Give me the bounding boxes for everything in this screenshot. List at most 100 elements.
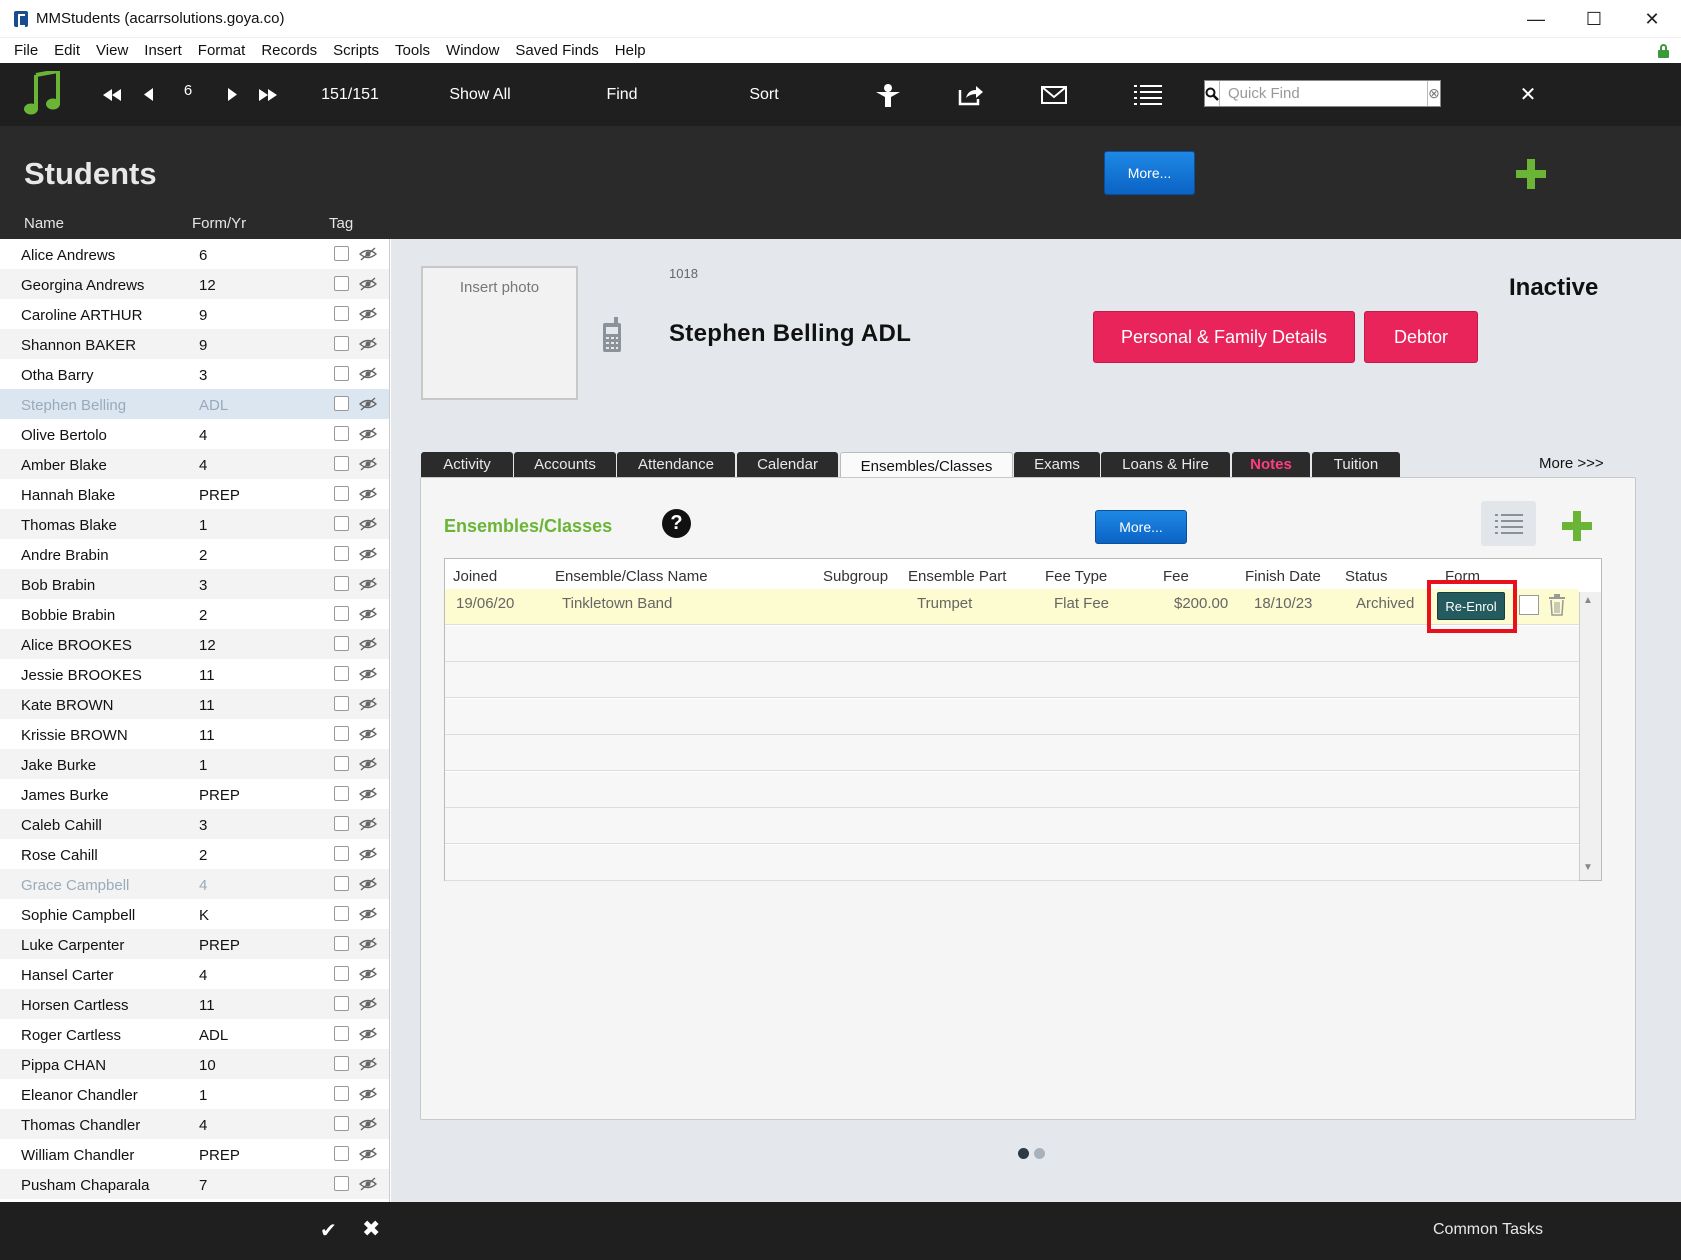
tag-checkbox[interactable] bbox=[334, 336, 349, 351]
add-student-icon[interactable] bbox=[1516, 159, 1546, 189]
list-view-button[interactable] bbox=[1481, 501, 1536, 546]
tag-checkbox[interactable] bbox=[334, 1086, 349, 1101]
menu-saved-finds[interactable]: Saved Finds bbox=[507, 42, 606, 59]
close-toolbar-icon[interactable]: ✕ bbox=[1516, 63, 1540, 126]
hidden-eye-icon[interactable] bbox=[359, 637, 377, 651]
sort-button[interactable]: Sort bbox=[732, 63, 796, 126]
panel-more-button[interactable]: More... bbox=[1095, 510, 1187, 544]
cell-ensemble-part[interactable]: Trumpet bbox=[917, 595, 972, 612]
student-row[interactable]: Pippa CHAN 10 bbox=[0, 1049, 389, 1079]
add-ensemble-icon[interactable] bbox=[1562, 511, 1592, 541]
tag-checkbox[interactable] bbox=[334, 996, 349, 1011]
page-dot-1[interactable] bbox=[1018, 1148, 1029, 1159]
hidden-eye-icon[interactable] bbox=[359, 877, 377, 891]
hidden-eye-icon[interactable] bbox=[359, 937, 377, 951]
student-row[interactable]: Alice BROOKES 12 bbox=[0, 629, 389, 659]
scroll-down-icon[interactable]: ▼ bbox=[1583, 862, 1593, 873]
hidden-eye-icon[interactable] bbox=[359, 397, 377, 411]
tab-tuition[interactable]: Tuition bbox=[1312, 452, 1400, 477]
hidden-eye-icon[interactable] bbox=[359, 367, 377, 381]
record-number[interactable]: 6 bbox=[178, 59, 198, 122]
student-row[interactable]: Sophie Campbell K bbox=[0, 899, 389, 929]
student-row[interactable]: Roger Cartless ADL bbox=[0, 1019, 389, 1049]
student-row[interactable]: Olive Bertolo 4 bbox=[0, 419, 389, 449]
student-row[interactable]: Otha Barry 3 bbox=[0, 359, 389, 389]
table-row[interactable] bbox=[445, 735, 1579, 771]
share-icon[interactable] bbox=[955, 63, 987, 126]
cell-fee-type[interactable]: Flat Fee bbox=[1054, 595, 1109, 612]
student-row[interactable]: Hansel Carter 4 bbox=[0, 959, 389, 989]
minimize-button[interactable]: — bbox=[1507, 0, 1565, 38]
tag-checkbox[interactable] bbox=[334, 246, 349, 261]
tab-loans-hire[interactable]: Loans & Hire bbox=[1101, 452, 1230, 477]
scroll-up-icon[interactable]: ▲ bbox=[1583, 595, 1593, 606]
column-header-tag[interactable]: Tag bbox=[329, 215, 353, 232]
student-row[interactable]: Andre Brabin 2 bbox=[0, 539, 389, 569]
student-row[interactable]: Stephen Belling ADL bbox=[0, 389, 389, 419]
hidden-eye-icon[interactable] bbox=[359, 1177, 377, 1191]
row-checkbox[interactable] bbox=[1519, 595, 1539, 615]
hidden-eye-icon[interactable] bbox=[359, 247, 377, 261]
hidden-eye-icon[interactable] bbox=[359, 577, 377, 591]
hidden-eye-icon[interactable] bbox=[359, 727, 377, 741]
tag-checkbox[interactable] bbox=[334, 456, 349, 471]
next-record-icon[interactable] bbox=[222, 63, 242, 126]
common-tasks-button[interactable]: Common Tasks bbox=[1433, 1221, 1543, 1239]
column-header-name[interactable]: Name bbox=[24, 215, 64, 232]
table-row[interactable] bbox=[445, 844, 1579, 881]
hidden-eye-icon[interactable] bbox=[359, 427, 377, 441]
hidden-eye-icon[interactable] bbox=[359, 307, 377, 321]
student-row[interactable]: Caroline ARTHUR 9 bbox=[0, 299, 389, 329]
tag-checkbox[interactable] bbox=[334, 876, 349, 891]
person-icon[interactable] bbox=[872, 63, 904, 126]
hidden-eye-icon[interactable] bbox=[359, 907, 377, 921]
mobile-phone-icon[interactable] bbox=[601, 317, 623, 353]
hidden-eye-icon[interactable] bbox=[359, 487, 377, 501]
hidden-eye-icon[interactable] bbox=[359, 607, 377, 621]
tab-activity[interactable]: Activity bbox=[421, 452, 513, 477]
menu-format[interactable]: Format bbox=[190, 42, 254, 59]
menu-view[interactable]: View bbox=[88, 42, 136, 59]
email-icon[interactable] bbox=[1038, 63, 1070, 126]
tag-checkbox[interactable] bbox=[334, 636, 349, 651]
table-row[interactable] bbox=[445, 808, 1579, 844]
student-row[interactable]: Hannah Blake PREP bbox=[0, 479, 389, 509]
tag-checkbox[interactable] bbox=[334, 786, 349, 801]
student-row[interactable]: James Burke PREP bbox=[0, 779, 389, 809]
tag-checkbox[interactable] bbox=[334, 1146, 349, 1161]
hidden-eye-icon[interactable] bbox=[359, 517, 377, 531]
table-row[interactable] bbox=[445, 698, 1579, 735]
help-icon[interactable]: ? bbox=[662, 509, 691, 538]
photo-placeholder[interactable]: Insert photo bbox=[421, 266, 578, 400]
student-row[interactable]: Shannon BAKER 9 bbox=[0, 329, 389, 359]
debtor-button[interactable]: Debtor bbox=[1364, 311, 1478, 363]
hidden-eye-icon[interactable] bbox=[359, 1027, 377, 1041]
menu-help[interactable]: Help bbox=[607, 42, 654, 59]
cell-finish-date[interactable]: 18/10/23 bbox=[1254, 595, 1312, 612]
tag-checkbox[interactable] bbox=[334, 1116, 349, 1131]
tag-checkbox[interactable] bbox=[334, 726, 349, 741]
personal-family-details-button[interactable]: Personal & Family Details bbox=[1093, 311, 1355, 363]
tag-checkbox[interactable] bbox=[334, 426, 349, 441]
tag-checkbox[interactable] bbox=[334, 696, 349, 711]
student-row[interactable]: Grace Campbell 4 bbox=[0, 869, 389, 899]
more-tabs-link[interactable]: More >>> bbox=[1539, 455, 1604, 472]
tag-checkbox[interactable] bbox=[334, 606, 349, 621]
student-row[interactable]: Horsen Cartless 11 bbox=[0, 989, 389, 1019]
student-row[interactable]: Luke Carpenter PREP bbox=[0, 929, 389, 959]
student-row[interactable]: Thomas Chandler 4 bbox=[0, 1109, 389, 1139]
previous-record-icon[interactable] bbox=[138, 63, 158, 126]
hidden-eye-icon[interactable] bbox=[359, 1057, 377, 1071]
close-window-button[interactable]: ✕ bbox=[1623, 0, 1681, 38]
cell-status[interactable]: Archived bbox=[1356, 595, 1414, 612]
tag-checkbox[interactable] bbox=[334, 666, 349, 681]
tag-checkbox[interactable] bbox=[334, 1176, 349, 1191]
tab-calendar[interactable]: Calendar bbox=[737, 452, 838, 477]
tag-checkbox[interactable] bbox=[334, 1056, 349, 1071]
column-header-form[interactable]: Form/Yr bbox=[192, 215, 246, 232]
student-row[interactable]: Georgina Andrews 12 bbox=[0, 269, 389, 299]
hidden-eye-icon[interactable] bbox=[359, 817, 377, 831]
show-all-button[interactable]: Show All bbox=[440, 63, 520, 126]
commit-icon[interactable]: ✔ bbox=[320, 1218, 337, 1243]
tag-checkbox[interactable] bbox=[334, 486, 349, 501]
